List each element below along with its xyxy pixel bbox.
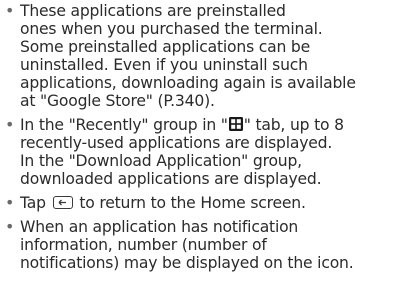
note-text: Tap (20, 194, 51, 212)
note-line: Tap to return to the Home screen. (20, 194, 413, 212)
note-line: uninstalled. Even if you uninstall such (20, 56, 308, 74)
back-key-icon (52, 196, 73, 209)
note-back-key: • Tap to return to the Home screen. (0, 193, 413, 213)
note-line: at "Google Store" (P.340). (20, 92, 215, 110)
grid-icon (228, 117, 243, 131)
note-line: downloaded applications are displayed. (20, 170, 322, 188)
note-preinstalled-apps: • These applications are preinstalled on… (0, 1, 413, 111)
note-line: In the "Recently" group in " " tab, up to… (20, 116, 413, 134)
note-line: In the "Download Application" group, (20, 152, 302, 170)
note-line: ones when you purchased the terminal. (20, 20, 323, 38)
note-line: notifications) may be displayed on the i… (20, 254, 354, 272)
bullet: • (5, 217, 15, 236)
note-text: In the "Recently" group in " (20, 116, 228, 134)
note-line: applications, downloading again is avail… (20, 74, 356, 92)
note-line: information, number (number of (20, 236, 267, 254)
bullet: • (5, 115, 15, 134)
notes-list: • These applications are preinstalled on… (0, 0, 413, 273)
note-line: These applications are preinstalled (20, 2, 286, 20)
bullet: • (5, 193, 15, 212)
note-line: Some preinstalled applications can be (20, 38, 311, 56)
note-notification-badge: • When an application has notification i… (0, 217, 413, 273)
note-text: to return to the Home screen. (74, 194, 306, 212)
note-text: " tab, up to 8 (243, 116, 344, 134)
note-line: recently-used applications are displayed… (20, 134, 333, 152)
note-recently-group: • In the "Recently" group in " " tab, up … (0, 115, 413, 189)
bullet: • (5, 1, 15, 20)
note-line: When an application has notification (20, 218, 299, 236)
